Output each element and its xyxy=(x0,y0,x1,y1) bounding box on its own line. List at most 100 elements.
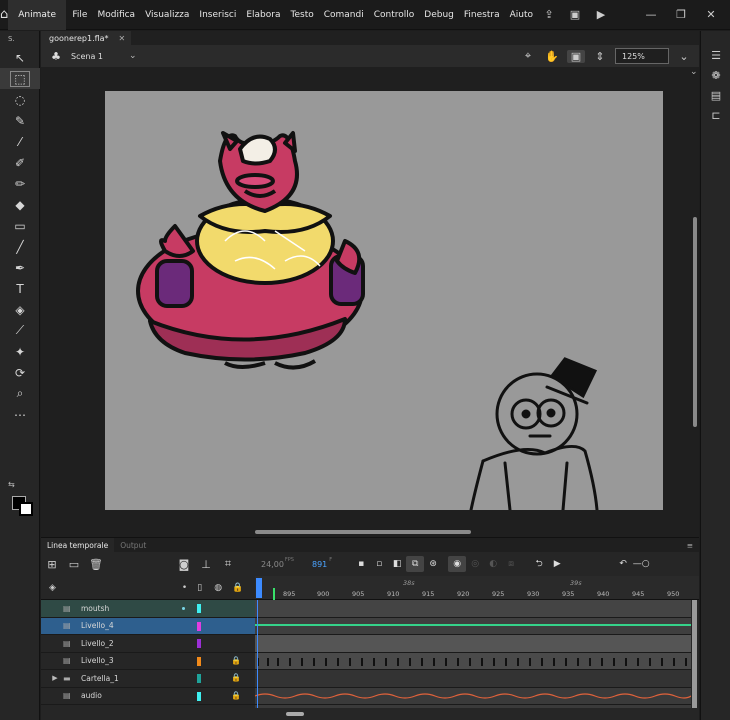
layer-color-swatch[interactable] xyxy=(197,639,201,648)
scene-name[interactable]: Scena 1 xyxy=(71,52,103,61)
free-transform-tool-icon[interactable]: ⬚ xyxy=(0,68,40,89)
onion-edit-icon[interactable]: ⊛ xyxy=(424,556,442,572)
swap-colors-icon[interactable]: ⇆ xyxy=(8,480,15,489)
layer-name[interactable]: audio xyxy=(81,691,181,700)
pin-tool-icon[interactable]: ✦ xyxy=(0,341,40,362)
fps-value[interactable]: 24,00 xyxy=(261,560,284,569)
insert-frame-icon[interactable]: ◧ xyxy=(388,556,406,572)
app-tab-animate[interactable]: Animate xyxy=(8,0,66,30)
menu-comandi[interactable]: Comandi xyxy=(319,10,369,20)
frame-track[interactable] xyxy=(255,687,691,705)
camera-tool-icon[interactable]: ⟳ xyxy=(0,362,40,383)
graph-icon[interactable]: ⌗ xyxy=(217,557,239,571)
new-folder-icon[interactable]: ▭ xyxy=(63,558,85,571)
eraser-tool-icon[interactable]: ◆ xyxy=(0,194,40,215)
delete-layer-icon[interactable]: 🗑 xyxy=(85,558,107,571)
frame-tracks[interactable] xyxy=(255,600,691,708)
layer-parenting-icon[interactable]: ⊥ xyxy=(195,558,217,571)
layer-name[interactable]: moutsh xyxy=(81,604,181,613)
line-tool-icon[interactable]: ╱ xyxy=(0,236,40,257)
pasteboard-dropdown-icon[interactable]: ⌄ xyxy=(690,67,698,77)
brush-tool-icon[interactable]: ⁄ xyxy=(0,131,40,152)
lock-icon[interactable]: 🔒 xyxy=(231,691,241,700)
tab-output[interactable]: Output xyxy=(114,541,152,550)
layer-row[interactable]: ▤ Livello_4 xyxy=(41,617,255,635)
zoom-dropdown-icon[interactable]: ⌄ xyxy=(675,50,693,63)
menu-visualizza[interactable]: Visualizza xyxy=(140,10,194,20)
loop-icon[interactable]: ⮌ xyxy=(530,556,548,572)
onion-skin-icon[interactable]: ◉ xyxy=(448,556,467,572)
menu-file[interactable]: File xyxy=(67,10,92,20)
layer-name[interactable]: Livello_2 xyxy=(81,639,181,648)
lock-icon[interactable]: 🔒 xyxy=(231,656,241,665)
share-icon[interactable]: ⇪ xyxy=(538,8,560,21)
menu-controllo[interactable]: Controllo xyxy=(369,10,420,20)
layer-row[interactable]: ▤ moutsh xyxy=(41,600,255,618)
insert-blank-keyframe-icon[interactable]: ▫ xyxy=(370,556,388,572)
clip-stage-icon[interactable]: ▣ xyxy=(567,49,585,63)
test-movie-icon[interactable]: ▶ xyxy=(590,8,612,21)
onion-outline-icon[interactable]: ◎ xyxy=(466,556,484,572)
selection-tool-icon[interactable]: ↖ xyxy=(0,47,40,68)
undo-icon[interactable]: ↶ xyxy=(614,556,632,572)
layer-row[interactable]: ▤ Livello_3 🔒 xyxy=(41,653,255,670)
library-icon[interactable]: ❁ xyxy=(701,65,730,85)
new-layer-icon[interactable]: ⊞ xyxy=(41,558,63,571)
eyedropper-icon[interactable]: ⟋ xyxy=(0,320,40,341)
play-icon[interactable]: ▶ xyxy=(548,556,566,572)
frame-track[interactable] xyxy=(255,635,691,653)
edit-multiple-icon[interactable]: ◐ xyxy=(484,556,502,572)
menu-testo[interactable]: Testo xyxy=(286,10,319,20)
close-tab-icon[interactable]: ✕ xyxy=(119,34,126,43)
menu-modifica[interactable]: Modifica xyxy=(92,10,140,20)
playhead[interactable] xyxy=(256,578,262,598)
frame-track[interactable] xyxy=(255,617,691,635)
panel-menu-icon[interactable]: ≡ xyxy=(687,541,699,550)
frame-track[interactable] xyxy=(255,670,691,688)
timeline-vertical-scrollbar[interactable] xyxy=(692,600,697,708)
timeline-horizontal-scrollbar[interactable] xyxy=(286,712,304,716)
rotate-stage-icon[interactable]: ✋ xyxy=(543,50,561,63)
visibility-icon[interactable]: ◍ xyxy=(214,583,222,593)
camera-icon[interactable]: ◙ xyxy=(173,558,195,571)
layer-row[interactable]: ▶ ▬ Cartella_1 🔒 xyxy=(41,670,255,688)
home-icon[interactable]: ⌂ xyxy=(0,7,8,22)
zoom-slider-icon[interactable]: —○ xyxy=(632,556,650,572)
stage-horizontal-scrollbar[interactable] xyxy=(255,530,471,534)
layer-name[interactable]: Livello_4 xyxy=(81,621,181,630)
text-tool-icon[interactable]: T xyxy=(0,278,40,299)
current-frame[interactable]: 891 xyxy=(312,560,327,569)
frame-track[interactable] xyxy=(255,600,691,618)
minimize-icon[interactable]: — xyxy=(638,8,664,21)
zoom-stepper-icon[interactable]: ⇕ xyxy=(591,50,609,63)
properties-icon[interactable]: ☰ xyxy=(701,45,730,65)
menu-elabora[interactable]: Elabora xyxy=(241,10,285,20)
menu-finestra[interactable]: Finestra xyxy=(459,10,505,20)
document-tab[interactable]: goonerep1.fla* ✕ xyxy=(41,31,132,45)
fill-color-swatch[interactable] xyxy=(19,502,33,516)
workspace-icon[interactable]: ▣ xyxy=(564,8,586,21)
layer-name[interactable]: Livello_3 xyxy=(81,656,181,665)
lock-icon[interactable]: 🔒 xyxy=(232,583,243,593)
more-tools-icon[interactable]: ⋯ xyxy=(0,404,40,425)
pasteboard[interactable]: ⌄ xyxy=(41,67,699,537)
layer-row[interactable]: ▤ Livello_2 xyxy=(41,635,255,653)
pen-tool-icon[interactable]: ✒ xyxy=(0,257,40,278)
menu-debug[interactable]: Debug xyxy=(419,10,459,20)
tab-linea-temporale[interactable]: Linea temporale xyxy=(41,538,115,552)
layer-color-swatch[interactable] xyxy=(197,604,201,613)
layer-name[interactable]: Cartella_1 xyxy=(81,674,181,683)
assets-icon[interactable]: ▤ xyxy=(701,85,730,105)
frame-track[interactable] xyxy=(255,652,691,670)
stage-canvas[interactable] xyxy=(105,91,663,510)
chevron-down-icon[interactable]: ⌄ xyxy=(129,51,137,61)
classic-brush-icon[interactable]: ✐ xyxy=(0,152,40,173)
stage-vertical-scrollbar[interactable] xyxy=(693,217,697,427)
menu-inserisci[interactable]: Inserisci xyxy=(194,10,241,20)
center-stage-icon[interactable]: ⌖ xyxy=(519,49,537,63)
paint-brush-icon[interactable]: ✎ xyxy=(0,110,40,131)
maximize-icon[interactable]: ❐ xyxy=(668,8,694,21)
layer-color-swatch[interactable] xyxy=(197,691,201,701)
pencil-tool-icon[interactable]: ✏ xyxy=(0,173,40,194)
onion-range-icon[interactable]: ⧈ xyxy=(502,556,520,572)
